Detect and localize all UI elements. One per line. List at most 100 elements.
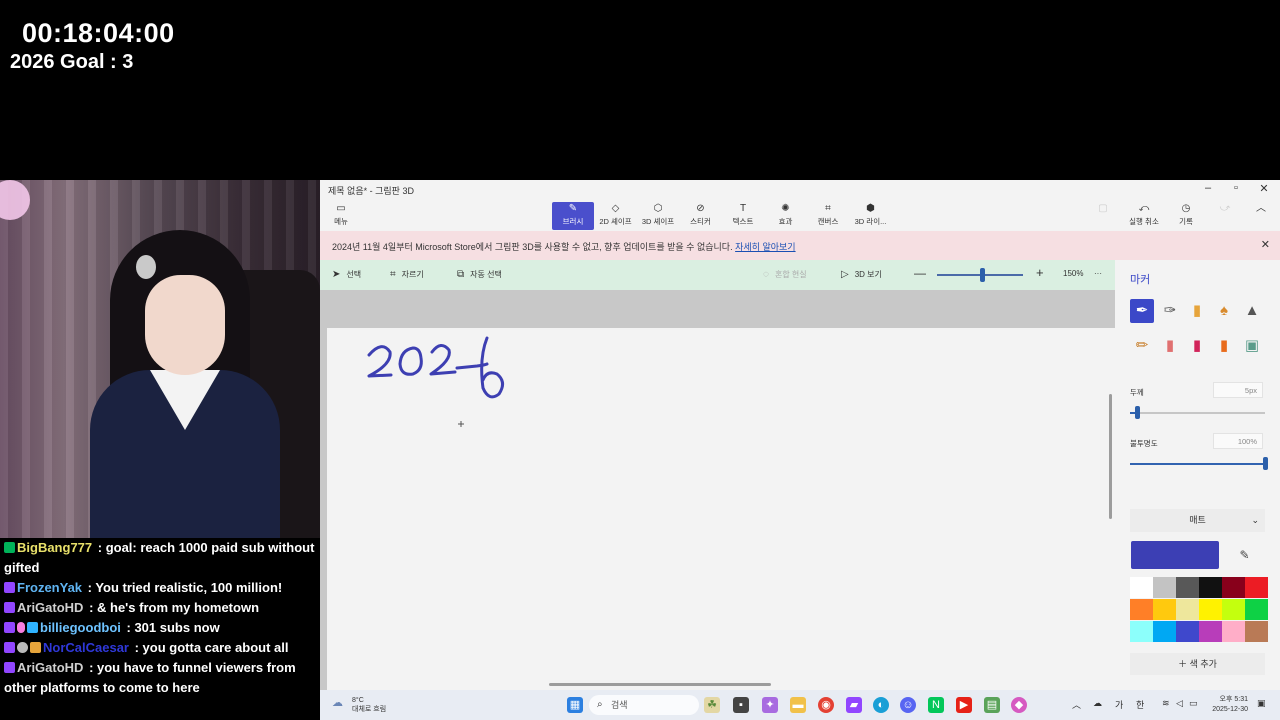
naver-icon[interactable]: N <box>928 697 944 713</box>
history-icon: ◷ <box>1181 203 1191 214</box>
magic-select-button[interactable]: ⧉ 자동 선택 <box>457 269 502 280</box>
palette-color-swatch[interactable] <box>1130 577 1153 598</box>
notepad-icon[interactable]: ▤ <box>984 697 1000 713</box>
volume-icon[interactable]: ◁ <box>1176 698 1183 709</box>
tab-3d-library[interactable]: ⬢ 3D 라이... <box>850 202 892 230</box>
youtube-icon[interactable]: ▶ <box>956 697 972 713</box>
ime-mode[interactable]: 한 <box>1136 698 1144 711</box>
tab-text[interactable]: T 텍스트 <box>722 202 764 230</box>
palette-color-swatch[interactable] <box>1176 621 1199 642</box>
chat-username[interactable]: NorCalCaesar <box>43 640 129 655</box>
menu-button[interactable]: ▭ 메뉴 <box>320 202 362 230</box>
palette-color-swatch[interactable] <box>1245 599 1268 620</box>
widgets-icon[interactable]: ☘ <box>704 697 720 713</box>
more-options-button[interactable]: ··· <box>1094 269 1102 278</box>
task-view-icon[interactable]: ▪ <box>733 697 749 713</box>
edge-icon[interactable]: ◐ <box>873 697 889 713</box>
crayon-tool[interactable]: ▮ <box>1185 334 1209 358</box>
history-button[interactable]: ◷ 기록 <box>1165 202 1207 230</box>
palette-color-swatch[interactable] <box>1153 577 1176 598</box>
pixel-pen-tool[interactable]: ▲ <box>1240 299 1264 323</box>
tab-2d-shapes[interactable]: ◇ 2D 셰이프 <box>595 202 637 230</box>
pencil-tool[interactable]: ✏ <box>1130 334 1154 358</box>
cloud-tray-icon[interactable]: ☁ <box>1093 698 1102 709</box>
notification-icon[interactable]: ▣ <box>1257 698 1266 709</box>
mixed-reality-icon: ◌ <box>763 269 769 280</box>
collapse-ribbon-button[interactable]: ︿ <box>1246 202 1276 230</box>
palette-color-swatch[interactable] <box>1130 599 1153 620</box>
palette-color-swatch[interactable] <box>1245 621 1268 642</box>
select-button[interactable]: ➤ 선택 <box>332 269 361 280</box>
vertical-scrollbar[interactable] <box>1109 394 1112 519</box>
chat-username[interactable]: AriGatoHD <box>17 600 83 615</box>
learn-more-link[interactable]: 자세히 알아보기 <box>735 242 795 252</box>
chat-username[interactable]: AriGatoHD <box>17 660 83 675</box>
search-box[interactable]: ⌕ 검색 <box>589 695 699 715</box>
tab-stickers[interactable]: ⊘ 스티커 <box>680 202 722 230</box>
palette-color-swatch[interactable] <box>1222 599 1245 620</box>
palette-color-swatch[interactable] <box>1176 577 1199 598</box>
view3d-icon: ▷ <box>841 269 849 280</box>
oil-brush-tool[interactable]: ▮ <box>1185 299 1209 323</box>
thickness-input[interactable]: 5px <box>1213 382 1263 398</box>
tab-brushes[interactable]: ✎ 브러시 <box>552 202 594 230</box>
maximize-button[interactable]: ▫ <box>1222 182 1250 194</box>
current-color-swatch[interactable] <box>1131 541 1219 569</box>
eyedropper-icon[interactable]: ✎ <box>1225 541 1264 569</box>
thickness-slider-thumb[interactable] <box>1134 406 1140 419</box>
opacity-label: 불투명도 <box>1130 439 1158 448</box>
palette-color-swatch[interactable] <box>1130 621 1153 642</box>
palette-color-swatch[interactable] <box>1199 621 1222 642</box>
horizontal-scrollbar[interactable] <box>549 683 771 686</box>
zoom-in-button[interactable]: + <box>1036 265 1044 280</box>
chat-username[interactable]: FrozenYak <box>17 580 82 595</box>
minimize-button[interactable]: – <box>1194 182 1222 194</box>
finish-dropdown[interactable]: 매트 ⌄ <box>1130 509 1265 532</box>
tab-canvas[interactable]: ⌗ 캔버스 <box>807 202 849 230</box>
palette-color-swatch[interactable] <box>1153 599 1176 620</box>
palette-color-swatch[interactable] <box>1245 577 1268 598</box>
tray-chevron-up-icon[interactable]: ︿ <box>1072 698 1081 711</box>
clock[interactable]: 오후 5:31 2025-12-30 <box>1208 695 1248 715</box>
spray-can-tool[interactable]: ▮ <box>1212 334 1236 358</box>
crop-button[interactable]: ⌗ 자르기 <box>390 269 424 280</box>
view-3d-button[interactable]: ▷ 3D 보기 <box>841 269 882 280</box>
start-windows-icon[interactable]: ▦ <box>567 697 583 713</box>
palette-color-swatch[interactable] <box>1222 621 1245 642</box>
chat-username[interactable]: BigBang777 <box>17 540 92 555</box>
watercolor-tool[interactable]: ♠ <box>1212 299 1236 323</box>
zoom-out-button[interactable]: — <box>914 266 926 280</box>
fill-tool[interactable]: ▣ <box>1240 334 1264 358</box>
palette-color-swatch[interactable] <box>1222 577 1245 598</box>
opacity-slider-thumb[interactable] <box>1263 457 1268 470</box>
tab-3d-shapes[interactable]: ⬡ 3D 셰이프 <box>637 202 679 230</box>
thickness-slider[interactable] <box>1130 412 1265 414</box>
dismiss-banner-button[interactable]: ✕ <box>1261 238 1270 251</box>
twitch-icon[interactable]: ▰ <box>846 697 862 713</box>
wifi-icon[interactable]: ≋ <box>1162 698 1170 709</box>
chat-username[interactable]: billiegoodboi <box>40 620 121 635</box>
close-button[interactable]: ✕ <box>1250 182 1278 195</box>
copilot-icon[interactable]: ✦ <box>762 697 778 713</box>
add-color-button[interactable]: ＋ 색 추가 <box>1130 653 1265 675</box>
ime-hangul[interactable]: 가 <box>1115 698 1123 711</box>
drawing-canvas[interactable] <box>327 328 1115 690</box>
paint3d-taskbar-icon[interactable]: ◆ <box>1011 697 1027 713</box>
purple-badge-icon <box>4 622 15 633</box>
marker-tool[interactable]: ✒ <box>1130 299 1154 323</box>
mixed-reality-button: ◌ 혼합 현실 <box>763 269 807 280</box>
eraser-tool[interactable]: ▮ <box>1158 334 1182 358</box>
battery-icon[interactable]: ▭ <box>1189 698 1198 709</box>
chrome-icon[interactable]: ◉ <box>818 697 834 713</box>
zoom-slider-thumb[interactable] <box>980 268 985 282</box>
opacity-input[interactable]: 100% <box>1213 433 1263 449</box>
palette-color-swatch[interactable] <box>1199 599 1222 620</box>
undo-button[interactable]: ⤺ 실행 취소 <box>1123 202 1165 230</box>
palette-color-swatch[interactable] <box>1199 577 1222 598</box>
palette-color-swatch[interactable] <box>1176 599 1199 620</box>
discord-icon[interactable]: ☺ <box>900 697 916 713</box>
file-explorer-icon[interactable]: ▬ <box>790 697 806 713</box>
tab-effects[interactable]: ✺ 효과 <box>765 202 807 230</box>
palette-color-swatch[interactable] <box>1153 621 1176 642</box>
calligraphy-pen-tool[interactable]: ✑ <box>1158 299 1182 323</box>
